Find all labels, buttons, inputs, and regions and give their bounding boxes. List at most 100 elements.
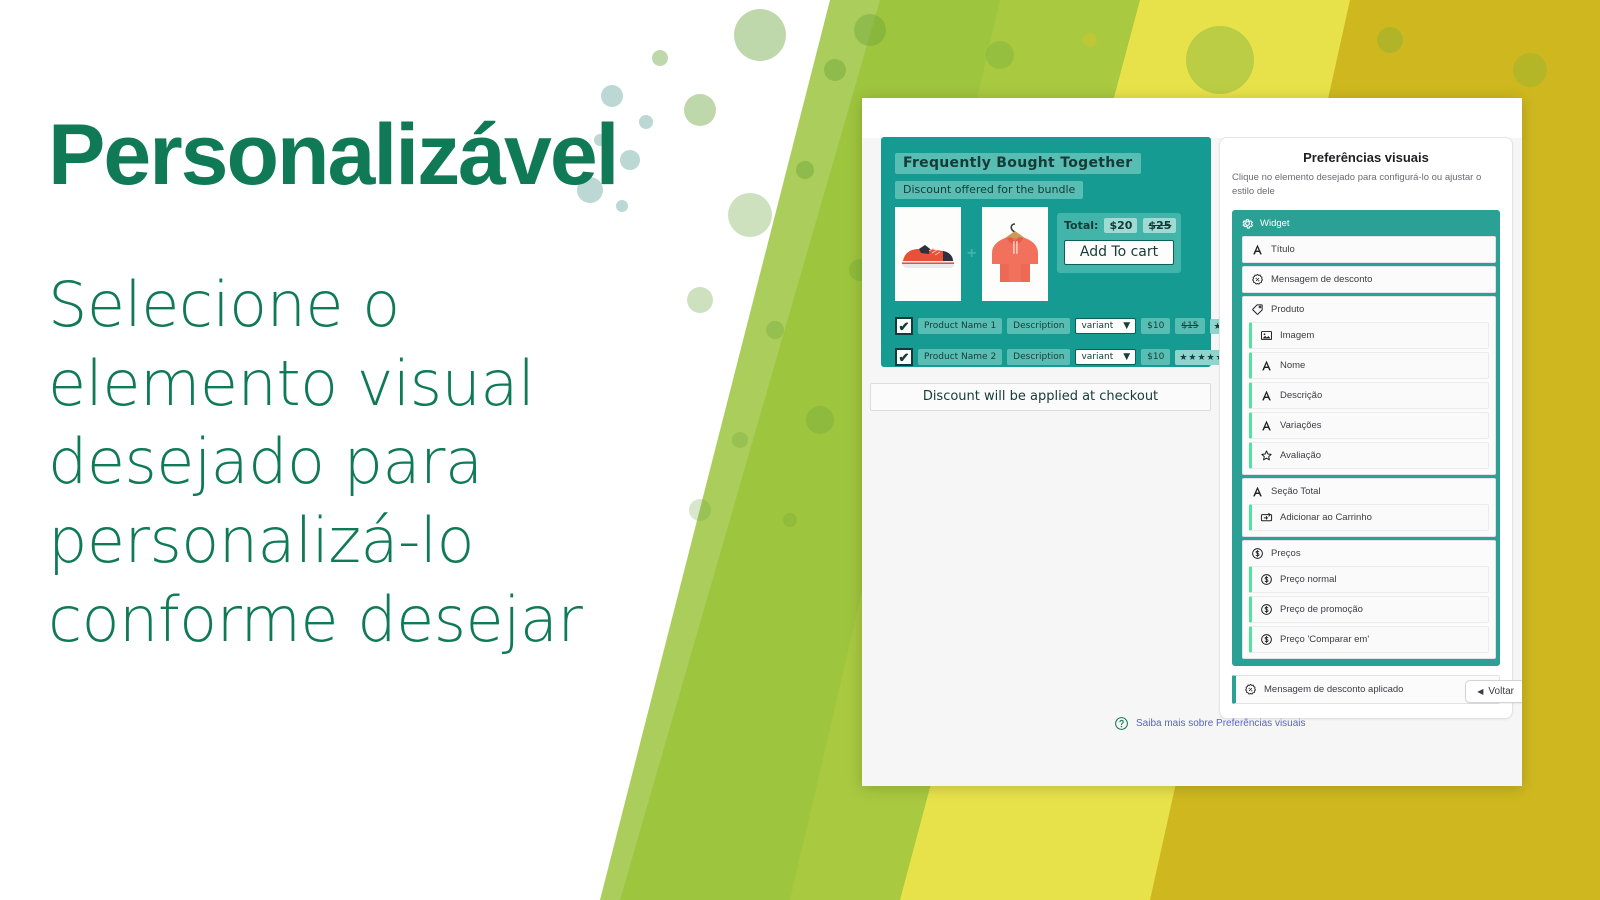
tree-item-variacoes[interactable]: Variações [1249,411,1489,439]
tree-item-adicionar-ao-carrinho[interactable]: Adicionar ao Carrinho [1249,503,1489,531]
tree-item-label: Produto [1271,303,1305,315]
back-button[interactable]: ◀ Voltar [1465,680,1522,703]
chevron-down-icon: ▼ [1123,352,1131,362]
tree-item-nome[interactable]: Nome [1249,351,1489,379]
variant-value: variant [1081,352,1114,362]
checkout-discount-note: Discount will be applied at checkout [870,383,1211,411]
tree-item-mensagem-desconto-aplicado[interactable]: Mensagem de desconto aplicado [1232,674,1500,704]
visual-preferences-panel: Preferências visuais Clique no elemento … [1219,137,1513,719]
product-checkbox[interactable]: ✔ [895,317,913,335]
caret-left-icon: ◀ [1477,687,1484,696]
tree-item-label: Imagem [1280,329,1315,341]
tree-children: Adicionar ao Carrinho [1243,503,1495,536]
help-link[interactable]: Saiba mais sobre Preferências visuais [1114,716,1306,731]
tree-group-secao-total: Seção Total Adicionar ao Carrinho [1242,477,1496,537]
page-subcopy: Selecione o elemento visual desejado par… [48,268,583,656]
product-price: $10 [1141,318,1171,334]
tree-item-descricao[interactable]: Descrição [1249,381,1489,409]
dollar-icon [1252,547,1263,559]
tree-group-mensagem-desconto: Mensagem de desconto [1242,265,1496,293]
gear-icon [1242,218,1254,229]
add-to-cart-button[interactable]: Add To cart [1064,240,1174,265]
widget-discount-message: Discount offered for the bundle [895,181,1084,199]
tree-item-preco-comparar-em[interactable]: Preço 'Comparar em' [1249,625,1489,653]
text-icon [1262,360,1271,370]
image-icon [1261,330,1272,340]
tree-item-label: Preço de promoção [1280,603,1363,615]
product-description: Description [1007,349,1071,365]
product-row: ✔ Product Name 1 Description variant ▼ $… [895,317,1263,335]
text-icon [1262,390,1271,400]
panel-subtitle: Clique no elemento desejado para configu… [1232,172,1482,197]
tree-item-mensagem-desconto[interactable]: Mensagem de desconto [1243,266,1495,292]
variant-value: variant [1081,321,1114,331]
tree-item-label: Título [1271,243,1295,255]
tree-item-avaliacao[interactable]: Avaliação [1249,441,1489,469]
dollar-icon [1261,603,1272,615]
marketing-copy: Personalizável Selecione o elemento visu… [48,112,688,660]
tag-icon [1252,303,1263,315]
tree-item-label: Preço normal [1280,573,1337,585]
tree-item-label: Preço 'Comparar em' [1280,633,1370,645]
tree-item-produto[interactable]: Produto [1243,296,1495,322]
total-box: Total: $20 $25 Add To cart [1057,213,1181,273]
question-circle-icon [1115,717,1128,730]
tree-item-precos[interactable]: Preços [1243,540,1495,566]
shoe-icon [902,245,954,268]
tree-item-secao-total[interactable]: Seção Total [1243,478,1495,504]
tree-item-label: Adicionar ao Carrinho [1280,511,1372,523]
hoodie-image [982,207,1049,301]
back-button-label: Voltar [1488,686,1514,697]
chevron-down-icon: ▼ [1123,321,1131,331]
variant-select[interactable]: variant ▼ [1075,318,1137,334]
plus-icon: + [967,245,977,262]
product-description: Description [1007,318,1071,334]
widget-element-tree: Widget Título Mensagem de desconto Produ… [1232,209,1500,666]
tree-children: Preço normal Preço de promoção Preço 'Co… [1243,565,1495,658]
tree-item-preco-normal[interactable]: Preço normal [1249,565,1489,593]
product-name: Product Name 1 [918,318,1003,334]
tree-group-produto: Produto Imagem Nome Descrição Variações … [1242,295,1496,475]
tree-item-titulo[interactable]: Título [1243,236,1495,262]
tree-item-imagem[interactable]: Imagem [1249,321,1489,349]
dollar-icon [1261,573,1272,585]
tree-item-preco-promocao[interactable]: Preço de promoção [1249,595,1489,623]
total-price: $20 [1104,218,1138,233]
page-headline: Personalizável [48,107,620,203]
product-checkbox[interactable]: ✔ [895,348,913,366]
variant-select[interactable]: variant ▼ [1075,349,1137,365]
product-name: Product Name 2 [918,349,1003,365]
discount-badge-icon [1245,683,1257,695]
tree-group-titulo: Título [1242,235,1496,263]
star-icon [1261,449,1272,460]
tree-item-label: Mensagem de desconto [1271,273,1373,285]
screenshot-topbar [862,98,1522,138]
text-icon [1262,420,1271,430]
text-icon [1253,486,1262,496]
total-label: Total: [1064,219,1099,232]
tree-root-widget[interactable]: Widget [1233,211,1499,236]
help-link-label: Saiba mais sobre Preferências visuais [1136,718,1306,729]
tree-item-label: Mensagem de desconto aplicado [1264,683,1404,695]
widget-preview: Frequently Bought Together Discount offe… [881,137,1263,367]
shoe-image [895,207,961,301]
tree-item-label: Nome [1280,359,1306,371]
product-image-row: + [895,207,1049,301]
product-row: ✔ Product Name 2 Description variant ▼ $… [895,348,1229,366]
hoodie-icon [992,223,1039,282]
app-screenshot-card: Frequently Bought Together Discount offe… [862,98,1522,786]
tree-item-label: Preços [1271,547,1301,559]
tree-item-label: Avaliação [1280,449,1322,461]
tree-item-label: Seção Total [1271,485,1321,497]
tree-root-label: Widget [1260,217,1290,229]
tree-item-label: Variações [1280,419,1322,431]
tree-group-precos: Preços Preço normal Preço de promoção Pr… [1242,539,1496,659]
dollar-icon [1261,633,1272,645]
discount-badge-icon [1252,273,1264,285]
tree-children: Imagem Nome Descrição Variações Avaliaçã… [1243,321,1495,474]
widget-title: Frequently Bought Together [895,153,1141,174]
tree-item-label: Descrição [1280,389,1323,401]
cart-button-icon [1260,512,1273,521]
panel-title: Preferências visuais [1303,150,1429,165]
product-price: $10 [1141,349,1171,365]
